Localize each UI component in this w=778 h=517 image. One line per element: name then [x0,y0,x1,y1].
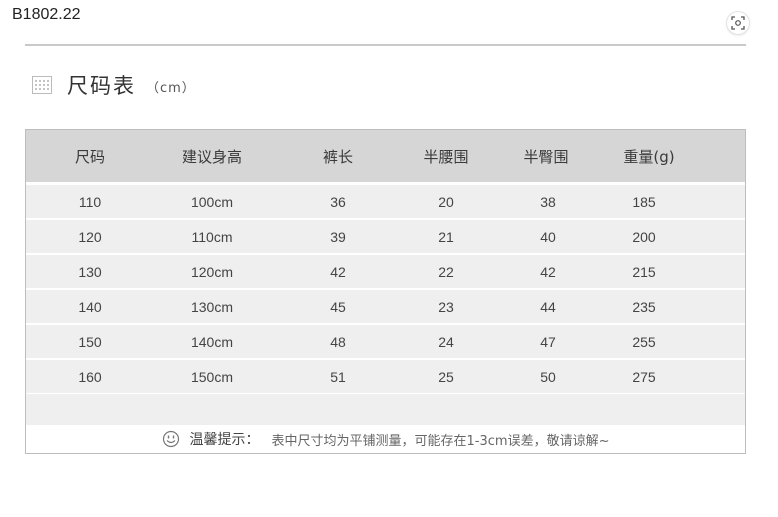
table-cell: 120cm [190,263,234,280]
table-cell: 51 [330,368,346,385]
table-cell: 21 [438,228,454,245]
tip-label: 温馨提示： [189,432,260,448]
column-header: 重量(g) [623,147,675,166]
column-header: 裤长 [322,147,354,166]
column-header: 半臀围 [523,147,569,166]
table-cell: 20 [438,193,454,210]
table-cell: 45 [330,298,346,315]
size-table: 尺码 建议身高 裤长 半腰围 半臀围 重量(g) 110 100cm 36 20… [25,129,746,454]
scan-icon [731,16,745,30]
product-code: B1802.22 [12,6,81,23]
title-unit: （cm） [146,81,196,96]
empty-row [26,394,745,425]
table-cell: 200 [632,228,656,245]
title-row: 尺码表 （cm） [32,70,196,100]
table-cell: 44 [540,298,556,315]
table-cell: 48 [330,333,346,350]
table-cell: 120 [78,228,102,245]
table-cell: 24 [438,333,454,350]
table-cell: 275 [632,368,656,385]
table-header: 尺码 建议身高 裤长 半腰围 半臀围 重量(g) [26,130,745,182]
table-cell: 130 [78,263,102,280]
table-cell: 215 [632,263,656,280]
table-cell: 42 [540,263,556,280]
scan-button[interactable] [726,11,750,35]
table-cell: 150cm [190,368,234,385]
table-cell: 110cm [191,228,233,245]
table-cell: 25 [438,368,454,385]
table-cell: 36 [330,193,346,210]
table-row: 130 120cm 42 22 42 215 [26,255,745,288]
table-cell: 140cm [190,333,234,350]
table-row: 140 130cm 45 23 44 235 [26,290,745,323]
table-cell: 38 [540,193,556,210]
table-cell: 39 [330,228,346,245]
table-cell: 185 [632,193,656,210]
table-cell: 235 [632,298,656,315]
table-cell: 160 [78,368,102,385]
table-row: 150 140cm 48 24 47 255 [26,325,745,358]
table-cell: 40 [540,228,556,245]
column-header: 尺码 [74,147,106,166]
table-cell: 110 [78,193,102,210]
table-cell: 140 [78,298,102,315]
table-cell: 22 [438,263,454,280]
grid-icon [32,76,52,94]
column-header: 建议身高 [181,147,243,166]
tip-row: 温馨提示： 表中尺寸均为平铺测量，可能存在1-3cm误差，敬请谅解~ [26,425,745,453]
table-cell: 23 [438,298,454,315]
table-cell: 130cm [190,298,234,315]
top-divider [25,44,746,46]
column-header: 半腰围 [423,147,469,166]
smile-icon [162,430,179,448]
table-row: 160 150cm 51 25 50 275 [26,360,745,393]
table-cell: 42 [330,263,346,280]
table-cell: 255 [632,333,656,350]
page-title: 尺码表 [67,74,136,98]
table-row: 120 110cm 39 21 40 200 [26,220,745,253]
table-cell: 100cm [190,193,234,210]
tip-text: 表中尺寸均为平铺测量，可能存在1-3cm误差，敬请谅解~ [271,433,610,449]
table-cell: 50 [540,368,556,385]
table-row: 110 100cm 36 20 38 185 [26,185,745,218]
table-cell: 150 [78,333,102,350]
table-cell: 47 [540,333,556,350]
